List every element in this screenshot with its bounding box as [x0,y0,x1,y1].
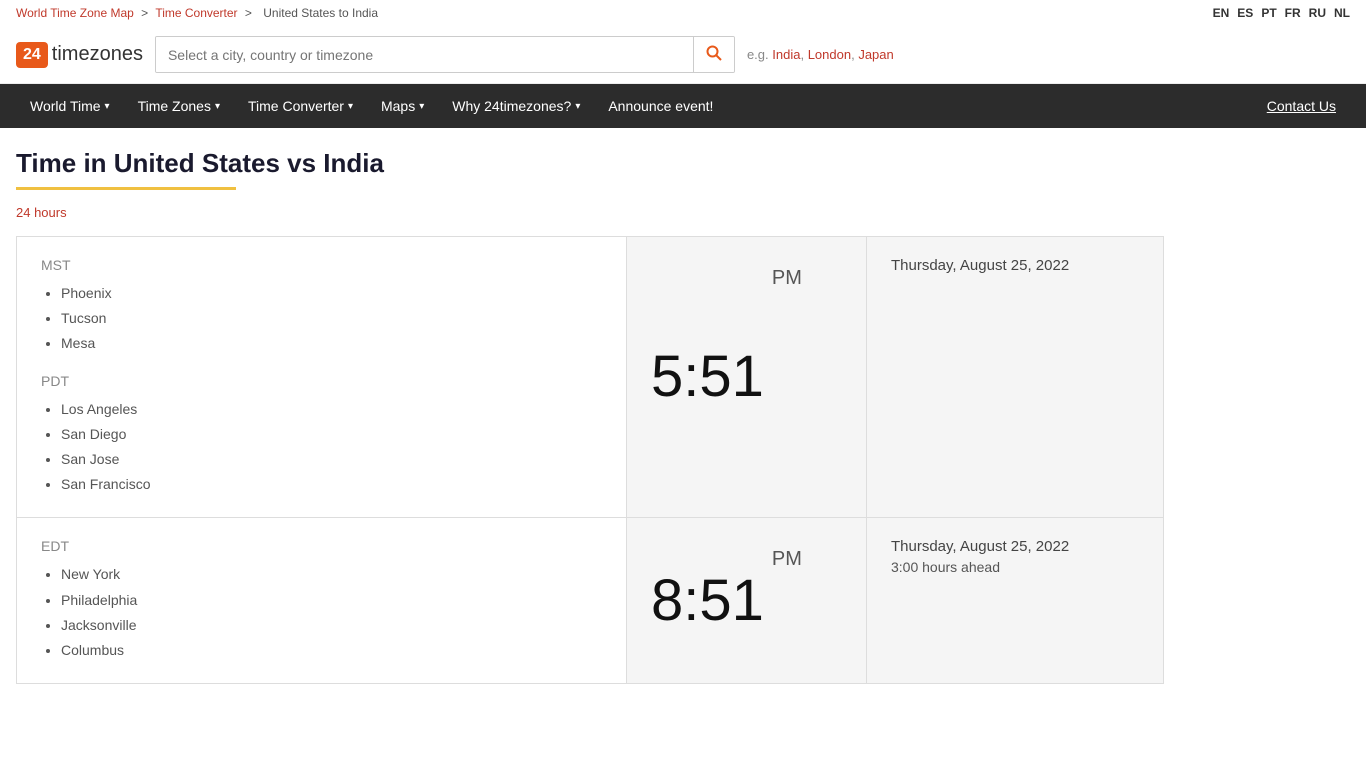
nav-contact[interactable]: Contact Us [1253,84,1350,128]
search-examples: e.g. India, London, Japan [747,47,894,62]
logo-text: timezones [52,43,143,66]
lang-en[interactable]: EN [1213,6,1230,20]
nav-world-time[interactable]: World Time ▾ [16,84,124,128]
example-india[interactable]: India [772,47,800,62]
lang-fr[interactable]: FR [1285,6,1301,20]
timezone-pdt: PDT Los Angeles San Diego San Jose San F… [41,373,602,498]
cities-col-1: MST Phoenix Tucson Mesa PDT Los Angeles … [17,237,627,517]
time-col-1: 5:51 PM [627,237,867,517]
list-item: Tucson [61,306,602,331]
nav-time-zones[interactable]: Time Zones ▾ [124,84,234,128]
nav-time-converter-chevron: ▾ [348,101,353,112]
table-row: EDT New York Philadelphia Jacksonville C… [17,518,1163,683]
list-item: Mesa [61,331,602,356]
list-item: New York [61,562,602,587]
list-item: San Francisco [61,472,602,497]
site-logo[interactable]: 24 timezones [16,42,143,68]
search-container [155,36,735,73]
list-item: Jacksonville [61,613,602,638]
nav-maps[interactable]: Maps ▾ [367,84,438,128]
edt-label: EDT [41,538,602,554]
hours-link[interactable]: 24 hours [16,205,67,220]
lang-pt[interactable]: PT [1261,6,1276,20]
list-item: San Diego [61,422,602,447]
logo-number: 24 [16,42,48,68]
cities-col-2: EDT New York Philadelphia Jacksonville C… [17,518,627,683]
search-icon [706,45,722,61]
main-nav: World Time ▾ Time Zones ▾ Time Converter… [0,84,1366,128]
nav-time-zones-chevron: ▾ [215,101,220,112]
search-input[interactable] [156,37,693,72]
main-content: Time in United States vs India 24 hours … [0,128,1180,704]
list-item: Los Angeles [61,397,602,422]
breadcrumb-link-1[interactable]: World Time Zone Map [16,6,134,20]
example-london[interactable]: London [808,47,851,62]
ampm-2: PM [772,548,802,571]
lang-ru[interactable]: RU [1309,6,1326,20]
breadcrumb-link-2[interactable]: Time Converter [155,6,237,20]
breadcrumb: World Time Zone Map > Time Converter > U… [16,6,382,20]
nav-time-zones-label: Time Zones [138,98,211,114]
nav-why-chevron: ▾ [575,101,580,112]
mst-label: MST [41,257,602,273]
list-item: San Jose [61,447,602,472]
time-display-2: 8:51 [651,572,764,630]
nav-announce[interactable]: Announce event! [594,84,727,128]
date-1: Thursday, August 25, 2022 [891,257,1139,274]
pdt-label: PDT [41,373,602,389]
breadcrumb-current: United States to India [263,6,378,20]
list-item: Philadelphia [61,588,602,613]
nav-world-time-chevron: ▾ [105,101,110,112]
nav-time-converter[interactable]: Time Converter ▾ [234,84,367,128]
examples-label: e.g. [747,47,772,62]
title-underline [16,187,236,190]
time-display-1: 5:51 [651,348,764,406]
site-header: 24 timezones e.g. India, London, Japan [0,26,1366,84]
ahead-2: 3:00 hours ahead [891,559,1139,575]
page-title: Time in United States vs India [16,148,1164,179]
table-row: MST Phoenix Tucson Mesa PDT Los Angeles … [17,237,1163,518]
list-item: Phoenix [61,281,602,306]
nav-world-time-label: World Time [30,98,101,114]
nav-items: World Time ▾ Time Zones ▾ Time Converter… [16,84,1253,128]
pdt-cities: Los Angeles San Diego San Jose San Franc… [41,397,602,498]
nav-announce-label: Announce event! [608,98,713,114]
nav-maps-chevron: ▾ [419,101,424,112]
time-table: MST Phoenix Tucson Mesa PDT Los Angeles … [16,236,1164,684]
list-item: Columbus [61,638,602,663]
top-bar: World Time Zone Map > Time Converter > U… [0,0,1366,26]
nav-why-label: Why 24timezones? [452,98,571,114]
date-col-2: Thursday, August 25, 2022 3:00 hours ahe… [867,518,1163,683]
mst-cities: Phoenix Tucson Mesa [41,281,602,357]
timezone-mst: MST Phoenix Tucson Mesa [41,257,602,357]
nav-time-converter-label: Time Converter [248,98,344,114]
lang-nl[interactable]: NL [1334,6,1350,20]
lang-es[interactable]: ES [1237,6,1253,20]
edt-cities: New York Philadelphia Jacksonville Colum… [41,562,602,663]
date-2: Thursday, August 25, 2022 [891,538,1139,555]
nav-maps-label: Maps [381,98,415,114]
ampm-1: PM [772,267,802,290]
language-switcher: EN ES PT FR RU NL [1213,6,1350,20]
search-button[interactable] [693,37,734,72]
time-col-2: 8:51 PM [627,518,867,683]
example-japan[interactable]: Japan [858,47,893,62]
timezone-edt: EDT New York Philadelphia Jacksonville C… [41,538,602,663]
nav-why[interactable]: Why 24timezones? ▾ [438,84,594,128]
date-col-1: Thursday, August 25, 2022 [867,237,1163,517]
